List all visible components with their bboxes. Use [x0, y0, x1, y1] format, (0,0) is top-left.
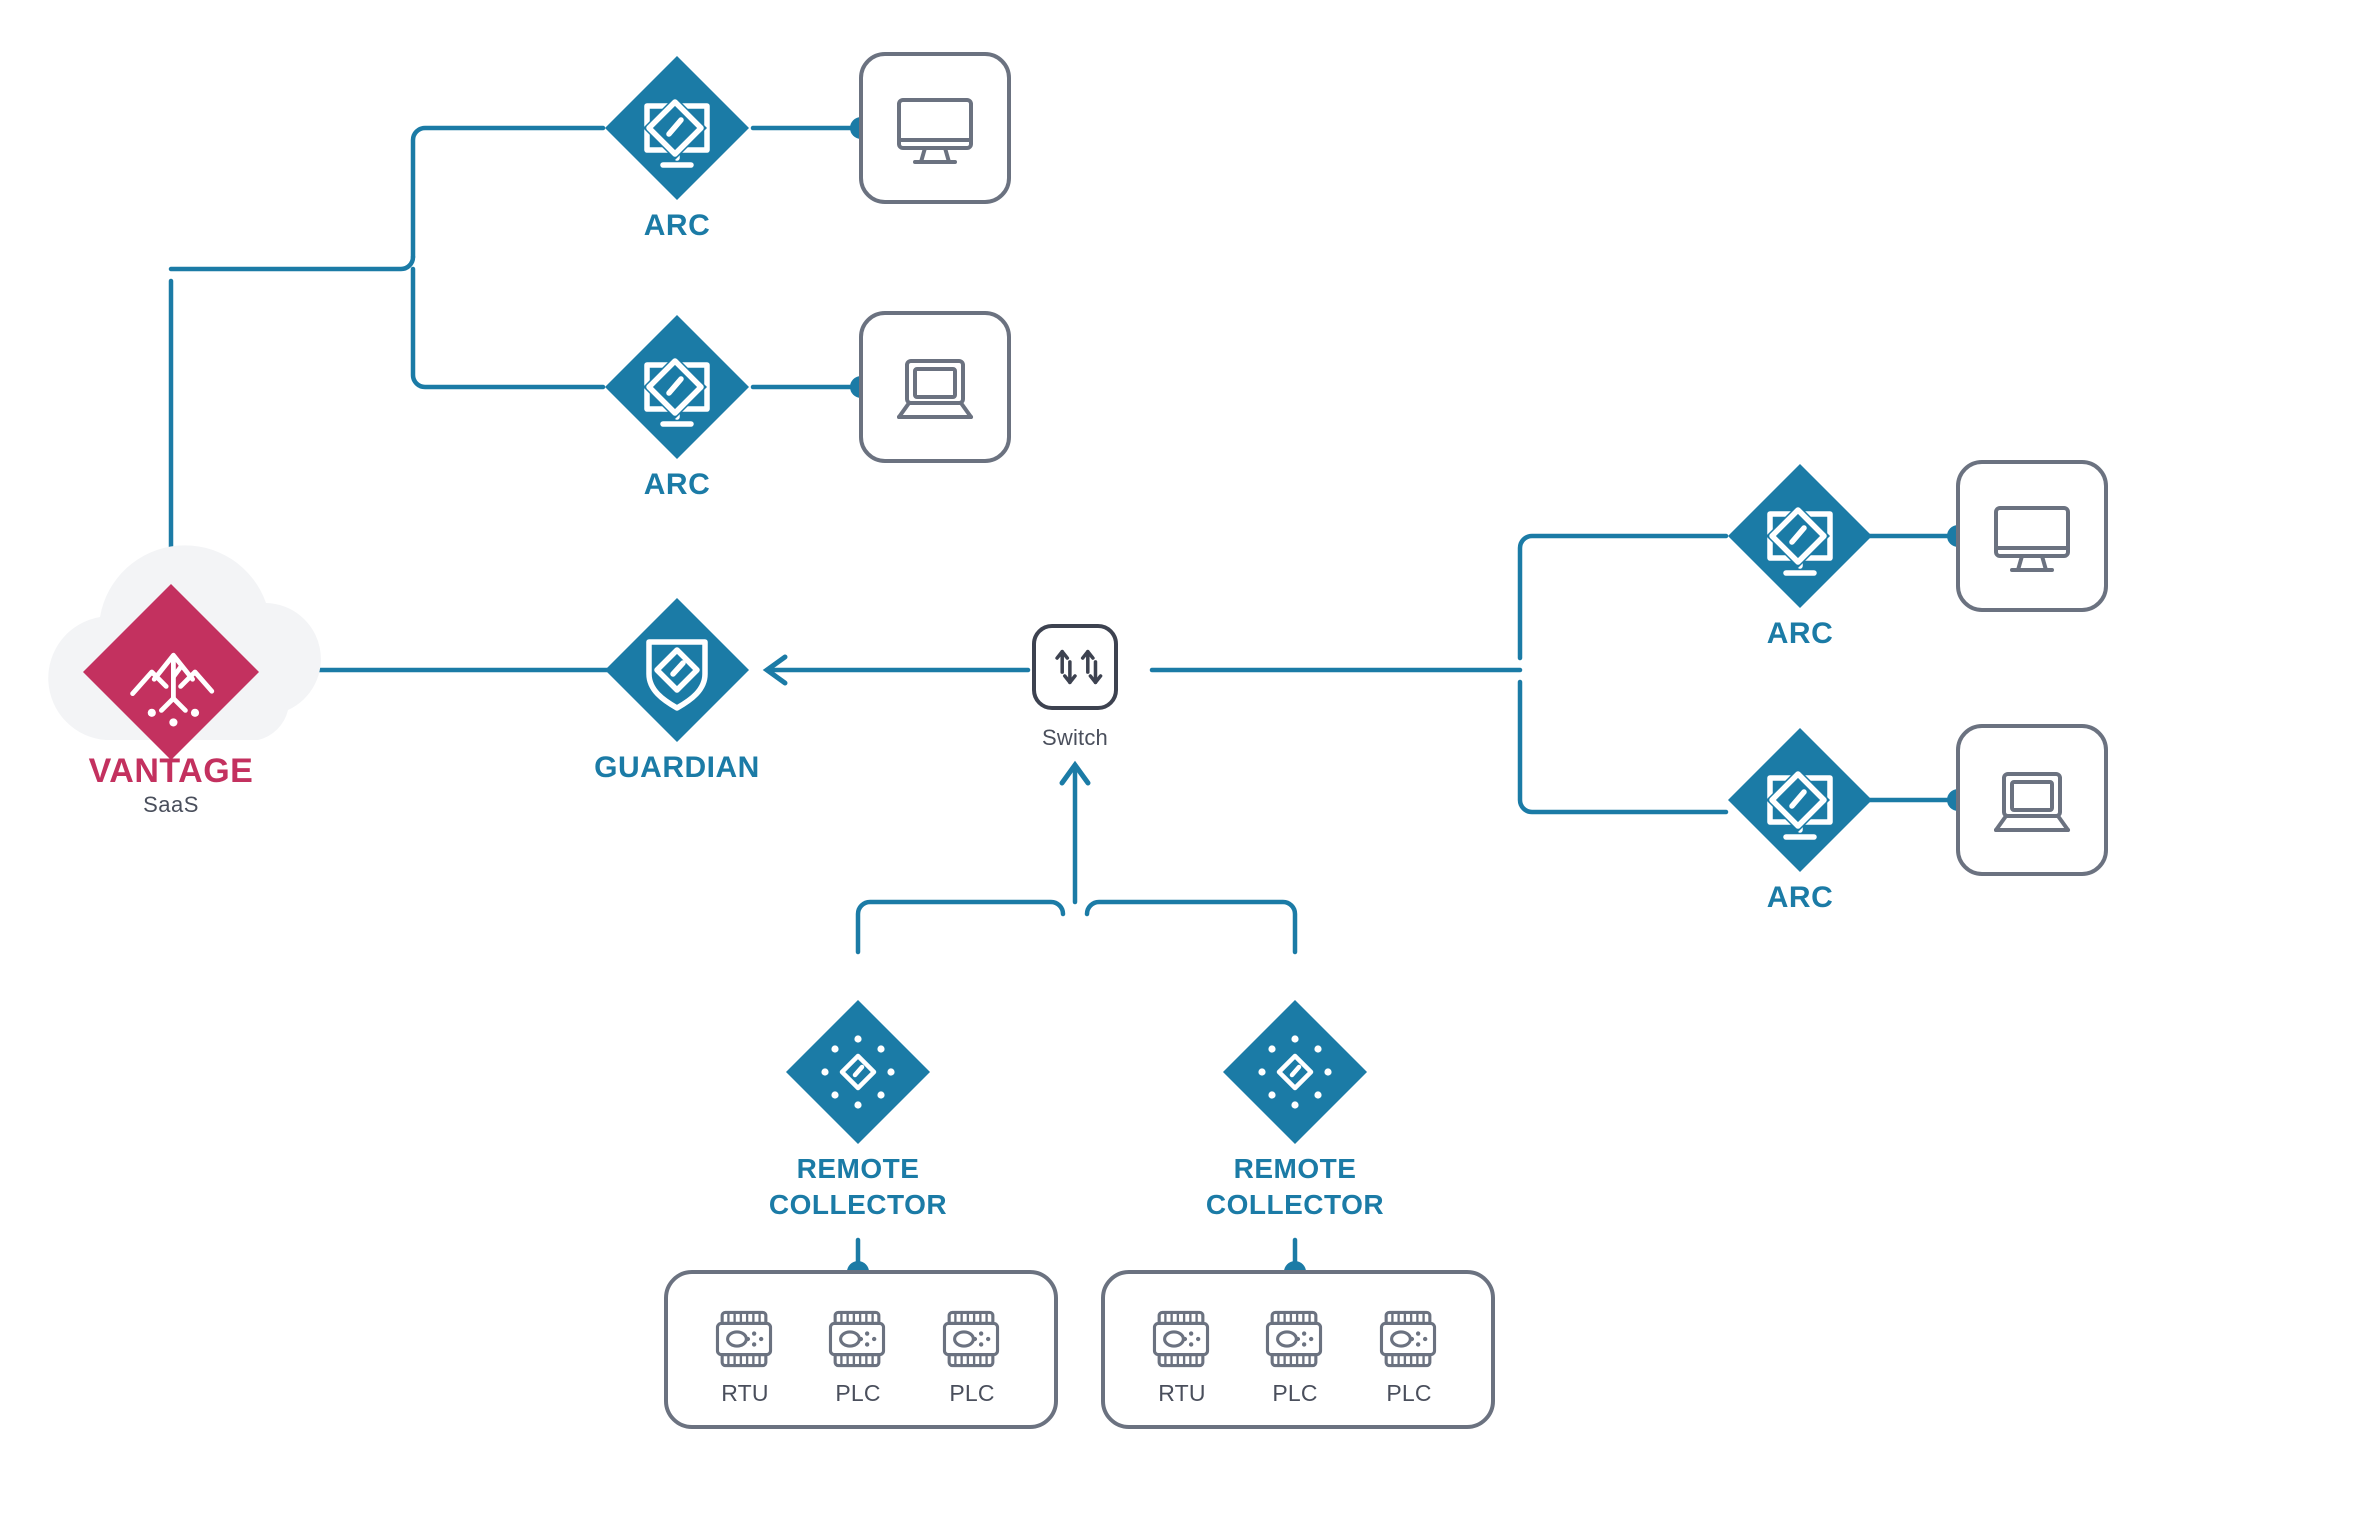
link-collector-bus-left — [855, 899, 1066, 955]
remote-collector-right-label-line1: REMOTE — [1234, 1153, 1357, 1184]
device-label: PLC — [949, 1380, 994, 1406]
endpoint-box — [1956, 724, 2108, 876]
node-guardian[interactable]: GUARDIAN — [594, 598, 760, 784]
device-group-right[interactable]: RTU PLC PLC — [1101, 1270, 1495, 1429]
switch-box — [1032, 624, 1118, 710]
network-architecture-diagram: VANTAGE SaaS GUARDIAN Switch ARC ARC ARC… — [0, 0, 2380, 1513]
link-branch-down-arc-bottom-left — [410, 266, 606, 390]
switch-label: Switch — [1042, 725, 1108, 750]
node-remote-collector-left[interactable]: REMOTE COLLECTOR — [769, 1000, 947, 1220]
device-label: PLC — [1386, 1380, 1431, 1406]
link-right-branch-down — [1517, 679, 1729, 815]
endpoint-laptop-bottom-right[interactable] — [1956, 724, 2108, 876]
link-collector-bus-right — [1084, 899, 1298, 955]
endpoint-laptop-bottom-left[interactable] — [859, 311, 1011, 463]
node-arc-bottom-left[interactable]: ARC — [605, 315, 749, 501]
node-arc-top-right[interactable]: ARC — [1728, 464, 1872, 650]
endpoint-box — [859, 311, 1011, 463]
arc-top-left-label: ARC — [644, 209, 711, 242]
arc-bottom-right-label: ARC — [1767, 881, 1834, 914]
device-label: RTU — [721, 1380, 768, 1406]
device-label: PLC — [1272, 1380, 1317, 1406]
node-arc-top-left[interactable]: ARC — [605, 56, 749, 242]
link-right-branch-up — [1517, 533, 1729, 661]
link-left-bus-horizontal — [168, 254, 416, 272]
diagram-canvas: VANTAGE SaaS GUARDIAN Switch ARC ARC ARC… — [48, 52, 2108, 1429]
remote-collector-right-label-line2: COLLECTOR — [1206, 1189, 1384, 1220]
vantage-label: VANTAGE — [89, 752, 254, 790]
device-group-left[interactable]: RTU PLC PLC — [664, 1270, 1058, 1429]
endpoint-desktop-top-right[interactable] — [1956, 460, 2108, 612]
arc-top-right-label: ARC — [1767, 617, 1834, 650]
arc-bottom-left-label: ARC — [644, 468, 711, 501]
endpoint-box — [1956, 460, 2108, 612]
node-arc-bottom-right[interactable]: ARC — [1728, 728, 1872, 914]
device-label: RTU — [1158, 1380, 1205, 1406]
node-vantage[interactable]: VANTAGE SaaS — [48, 545, 321, 817]
node-remote-collector-right[interactable]: REMOTE COLLECTOR — [1206, 1000, 1384, 1220]
remote-collector-left-label-line2: COLLECTOR — [769, 1189, 947, 1220]
endpoint-box — [859, 52, 1011, 204]
endpoint-desktop-top-left[interactable] — [859, 52, 1011, 204]
vantage-sublabel: SaaS — [143, 792, 199, 817]
node-switch[interactable]: Switch — [1032, 624, 1118, 750]
remote-collector-left-label-line1: REMOTE — [797, 1153, 920, 1184]
guardian-label: GUARDIAN — [594, 751, 760, 784]
link-branch-up-arc-top-left — [410, 125, 606, 260]
device-label: PLC — [835, 1380, 880, 1406]
